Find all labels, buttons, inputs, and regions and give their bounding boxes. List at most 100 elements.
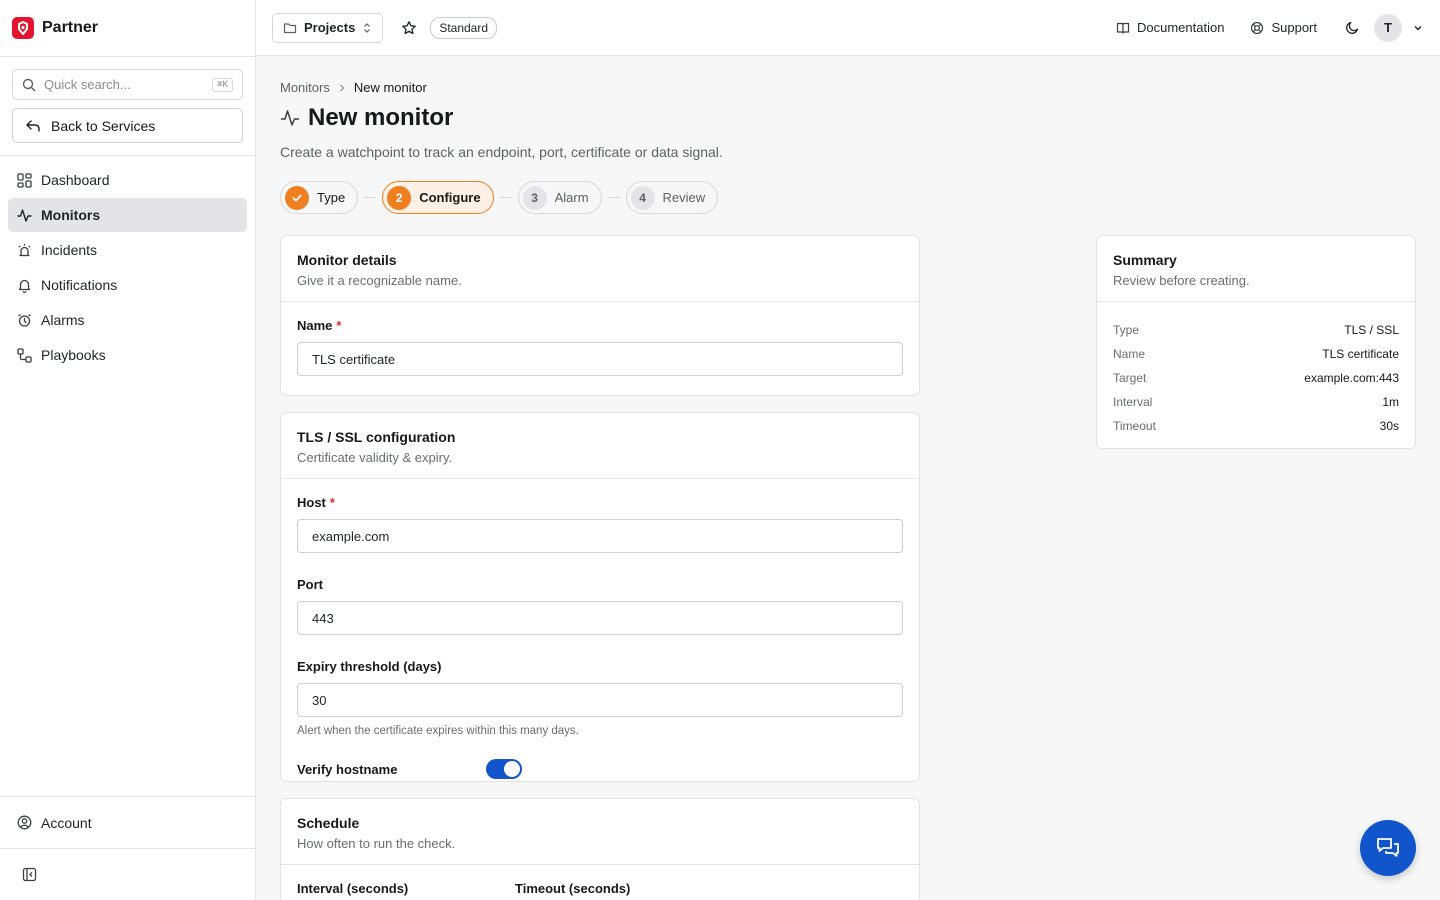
back-to-services-button[interactable]: Back to Services <box>12 108 243 143</box>
step-configure[interactable]: 2 Configure <box>382 181 494 214</box>
sidebar-item-monitors[interactable]: Monitors <box>8 198 247 232</box>
support-link[interactable]: Support <box>1240 20 1327 35</box>
card-title: Monitor details <box>297 252 397 268</box>
chevron-up-down-icon <box>362 22 372 34</box>
projects-switcher[interactable]: Projects <box>272 12 384 43</box>
siren-icon <box>17 243 32 258</box>
card-description: Review before creating. <box>1113 273 1250 288</box>
port-label: Port <box>297 577 323 592</box>
step-review[interactable]: 4 Review <box>625 181 719 214</box>
summary-value: example.com:443 <box>1304 371 1399 385</box>
expiry-threshold-label: Expiry threshold (days) <box>297 659 442 674</box>
lifebuoy-icon <box>1250 21 1264 35</box>
folder-icon <box>283 21 297 35</box>
breadcrumb-monitors[interactable]: Monitors <box>280 80 330 95</box>
summary-key: Target <box>1113 371 1147 385</box>
timeout-label: Timeout (seconds) <box>515 881 631 896</box>
plan-badge: Standard <box>430 16 498 39</box>
summary-row-timeout: Timeout 30s <box>1113 414 1399 438</box>
summary-row-interval: Interval 1m <box>1113 390 1399 414</box>
sidebar: Partner Quick search... ⌘K Back to Servi… <box>0 0 256 900</box>
step-number: 3 <box>522 185 547 210</box>
alarm-clock-icon <box>17 313 32 328</box>
page-title: New monitor <box>308 104 454 131</box>
sidebar-item-notifications[interactable]: Notifications <box>8 268 247 302</box>
sidebar-item-incidents[interactable]: Incidents <box>8 233 247 267</box>
search-placeholder: Quick search... <box>44 77 131 92</box>
topbar: Projects Standard Documentation Support … <box>256 0 1440 56</box>
documentation-label: Documentation <box>1137 20 1225 35</box>
sidebar-item-alarms[interactable]: Alarms <box>8 303 247 337</box>
chat-bubbles-icon <box>1375 835 1401 861</box>
summary-value: TLS certificate <box>1322 347 1399 361</box>
check-icon <box>285 185 309 210</box>
step-connector <box>607 197 620 198</box>
host-label: Host * <box>297 495 903 510</box>
card-description: Certificate validity & expiry. <box>297 450 453 465</box>
back-arrow-icon <box>25 118 41 134</box>
sidebar-item-label: Notifications <box>41 277 118 293</box>
expiry-threshold-input[interactable]: 30 <box>297 683 903 717</box>
summary-row-target: Target example.com:443 <box>1113 366 1399 390</box>
required-marker: * <box>329 495 335 510</box>
pulse-icon <box>280 108 300 128</box>
documentation-link[interactable]: Documentation <box>1106 20 1234 35</box>
sidebar-item-playbooks[interactable]: Playbooks <box>8 338 247 372</box>
host-label-text: Host <box>297 495 326 510</box>
pulse-icon <box>17 208 32 223</box>
user-circle-icon <box>17 815 32 830</box>
chat-button[interactable] <box>1360 820 1416 876</box>
brand-name: Partner <box>42 19 99 36</box>
sidebar-item-label: Dashboard <box>41 172 110 188</box>
quick-search-input[interactable]: Quick search... ⌘K <box>12 69 243 100</box>
support-label: Support <box>1271 20 1317 35</box>
step-label: Configure <box>419 190 481 205</box>
star-icon[interactable] <box>401 20 417 36</box>
collapse-sidebar-button[interactable] <box>0 848 255 900</box>
card-description: Give it a recognizable name. <box>297 273 462 288</box>
sidebar-item-label: Monitors <box>41 207 101 223</box>
verify-hostname-label: Verify hostname <box>297 761 398 777</box>
interval-label: Interval (seconds) <box>297 881 409 896</box>
verify-hostname-toggle[interactable] <box>486 759 522 779</box>
brand[interactable]: Partner <box>0 0 255 56</box>
workflow-icon <box>17 347 32 363</box>
search-icon <box>22 78 36 92</box>
host-input[interactable]: example.com <box>297 519 903 553</box>
search-shortcut: ⌘K <box>212 77 233 92</box>
tls-config-card: TLS / SSL configuration Certificate vali… <box>280 412 920 782</box>
name-input[interactable]: TLS certificate <box>297 342 903 376</box>
summary-key: Name <box>1113 347 1146 361</box>
sidebar-collapse-icon <box>22 867 37 882</box>
breadcrumb: Monitors New monitor <box>280 80 427 95</box>
card-description: How often to run the check. <box>297 836 456 851</box>
wizard-stepper: Type 2 Configure 3 Alarm 4 Review <box>280 181 719 214</box>
step-type[interactable]: Type <box>280 181 359 214</box>
page-subtitle: Create a watchpoint to track an endpoint… <box>280 144 723 160</box>
sidebar-item-dashboard[interactable]: Dashboard <box>8 163 247 197</box>
dashboard-icon <box>17 172 32 188</box>
step-number: 2 <box>387 185 412 210</box>
summary-card: Summary Review before creating. Type TLS… <box>1096 235 1416 449</box>
chevron-down-icon[interactable] <box>1412 22 1424 34</box>
name-label-text: Name <box>297 318 333 333</box>
summary-row-name: Name TLS certificate <box>1113 342 1399 366</box>
step-connector <box>499 197 512 198</box>
sidebar-item-label: Incidents <box>41 242 98 258</box>
summary-key: Interval <box>1113 395 1153 409</box>
step-label: Type <box>317 190 346 205</box>
moon-icon[interactable] <box>1345 20 1360 35</box>
port-input[interactable]: 443 <box>297 601 903 635</box>
step-alarm[interactable]: 3 Alarm <box>517 181 602 214</box>
sidebar-nav: Dashboard Monitors Incidents Notificatio… <box>0 156 255 380</box>
summary-value: 1m <box>1382 395 1399 409</box>
avatar[interactable]: T <box>1374 13 1402 42</box>
account-label: Account <box>41 814 92 831</box>
toggle-knob <box>504 761 520 777</box>
summary-value: TLS / SSL <box>1344 323 1399 337</box>
step-connector <box>364 197 377 198</box>
chevron-right-icon <box>337 83 347 93</box>
name-label: Name * <box>297 318 903 333</box>
back-to-services-label: Back to Services <box>51 117 156 134</box>
account-link[interactable]: Account <box>0 796 255 848</box>
